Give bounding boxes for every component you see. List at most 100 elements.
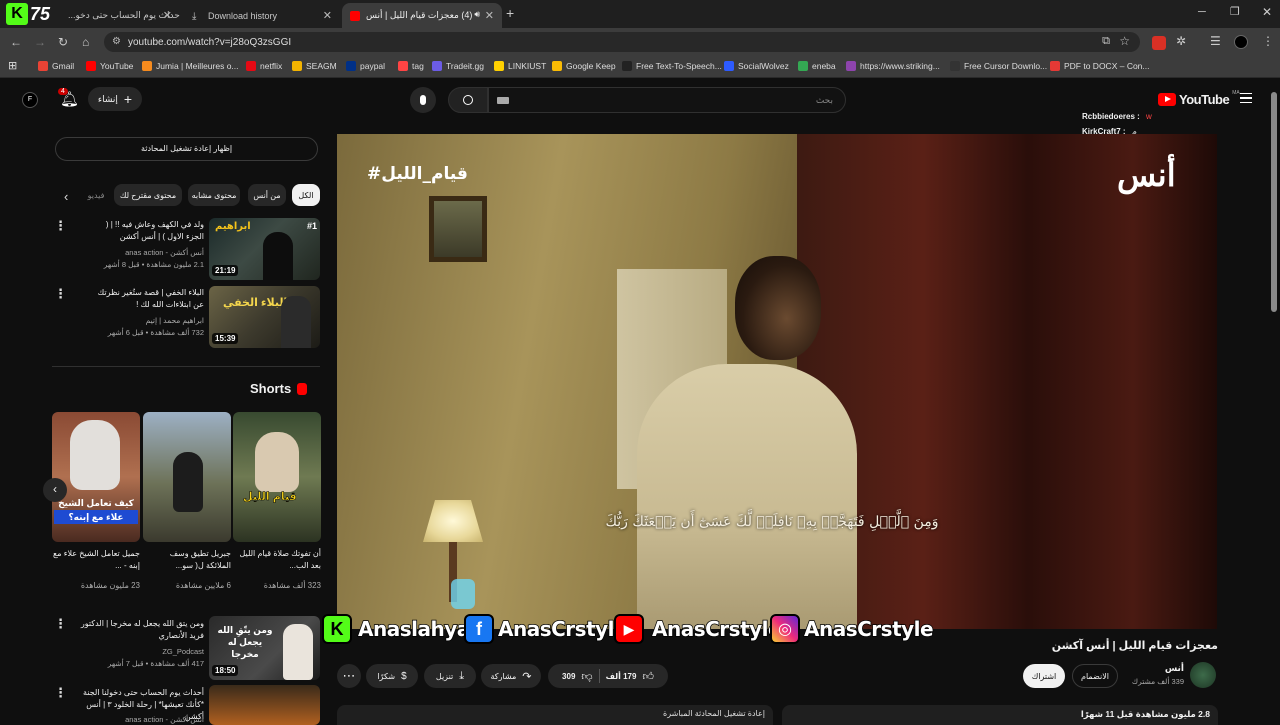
create-button[interactable]: إنشاء + <box>88 87 142 111</box>
short-title[interactable]: جميل تعامل الشيخ علاء مع إبنه - ... <box>52 548 140 572</box>
more-options-icon[interactable]: ⋮ <box>54 286 67 302</box>
tab-0[interactable]: (4) أحداث يوم الحساب حتى دخو... ✕ <box>60 3 180 28</box>
chip-all[interactable]: الكل <box>292 184 320 206</box>
search-input[interactable]: بحث <box>488 87 846 113</box>
channel-name[interactable]: أنس أكشن - anas action <box>86 247 204 258</box>
restore-icon[interactable]: ❐ <box>1230 5 1240 18</box>
chat-replay-bar[interactable]: إعادة تشغيل المحادثة المباشرة <box>337 705 773 725</box>
show-chat-replay-button[interactable]: إظهار إعادة تشغيل المحادثة <box>55 137 318 161</box>
more-options-icon[interactable]: ⋮ <box>54 685 67 701</box>
kick-icon: K <box>322 614 352 644</box>
channel-name[interactable]: ZG_Podcast <box>86 646 204 657</box>
install-icon[interactable]: ⧉ <box>1102 35 1110 48</box>
forward-icon[interactable]: → <box>34 35 46 49</box>
kick-handle: Anaslahya <box>357 616 471 642</box>
bookmark-item[interactable]: Jumia | Meilleures o... <box>142 61 239 71</box>
chip-videos[interactable]: فيديو <box>86 184 106 206</box>
share-button[interactable]: مشاركة ↷ <box>481 664 541 688</box>
subscribe-button[interactable]: اشتراك <box>1023 664 1065 688</box>
short-thumbnail[interactable]: كيف تعامل الشيخ علاء مع إبنه؟ <box>52 412 140 542</box>
chip-from-anas[interactable]: من أنس <box>248 184 286 206</box>
browser-tab-bar: K 75 (4) أحداث يوم الحساب حتى دخو... ✕ ⤓… <box>0 0 1280 28</box>
short-title[interactable]: جبريل تطيق وسف الملائكة ل( سو... <box>143 548 231 572</box>
join-button[interactable]: الانضمام <box>1072 664 1118 688</box>
keyboard-icon[interactable] <box>497 97 509 104</box>
bookmark-item[interactable]: Free Cursor Downlo... <box>950 61 1047 71</box>
reload-icon[interactable]: ↻ <box>58 35 68 49</box>
video-title[interactable]: البلاء الخفي | قصة ستُغير نظرتك عن ابتلا… <box>90 287 204 311</box>
more-options-icon[interactable]: ⋮ <box>54 218 67 234</box>
extension-red-icon[interactable] <box>1152 36 1166 50</box>
chip-recommended[interactable]: محتوى مقترح لك <box>114 184 182 206</box>
short-thumbnail[interactable]: قيام الليل <box>233 412 321 542</box>
corner-badge: 75 <box>30 4 51 24</box>
video-thumbnail[interactable]: #1 ابراهيم 21:19 <box>209 218 320 280</box>
bookmark-item[interactable]: Tradeit.gg <box>432 61 484 71</box>
bookmark-item[interactable]: YouTube <box>86 61 133 71</box>
video-thumbnail[interactable]: ومن يتّقِ الله يجعل له مخرجا 18:50 <box>209 616 320 680</box>
description-box[interactable]: 2.8 مليون مشاهدة قبل 11 شهرًا <box>782 705 1218 725</box>
apps-grid-icon[interactable]: ⊞ <box>8 59 17 72</box>
bookmark-item[interactable]: https://www.striking... <box>846 61 940 71</box>
search-button[interactable] <box>448 87 488 113</box>
video-title[interactable]: ولد في الكهف وعاش فيه !! | ( الجزء الاول… <box>100 219 204 243</box>
site-info-icon[interactable]: ⚙ <box>112 36 121 47</box>
close-tab-icon[interactable]: ✕ <box>485 9 494 22</box>
video-meta: 2.1 مليون مشاهدة • قبل 8 أشهر <box>103 260 204 269</box>
bookmark-item[interactable]: Free Text-To-Speech... <box>622 61 722 71</box>
home-icon[interactable]: ⌂ <box>82 35 89 49</box>
video-thumbnail[interactable]: البلاء الخفي 15:39 <box>209 286 320 348</box>
tab-1[interactable]: ⤓ Download history ✕ <box>184 3 340 28</box>
bookmark-label: https://www.striking... <box>860 61 940 71</box>
video-meta: 417 ألف مشاهدة • قبل 7 أشهر <box>107 659 204 668</box>
bookmark-item[interactable]: netflix <box>246 61 282 71</box>
shorts-prev-button[interactable]: ‹ <box>43 478 67 502</box>
more-options-icon[interactable]: ⋮ <box>54 616 67 632</box>
like-button[interactable]: 179 ألف 👍︎ <box>606 670 654 683</box>
channel-name-main[interactable]: أنس <box>1130 663 1184 674</box>
page-scrollbar[interactable] <box>1271 92 1277 312</box>
mic-button[interactable] <box>410 87 436 113</box>
address-bar[interactable]: ⚙ youtube.com/watch?v=j28oQ3zsGGI ⧉ ☆ <box>104 32 1140 52</box>
bookmark-item[interactable]: paypal <box>346 61 385 71</box>
tab-2[interactable]: (4) معجزات قيام الليل | أنس 🔊︎ ✕ <box>342 3 502 28</box>
bookmark-item[interactable]: SEAGM <box>292 61 337 71</box>
video-player[interactable]: #قيام_الليل أنس وَمِنَ ٱلَّيۡلِ فَتَهَجَ… <box>337 134 1217 629</box>
dislike-button[interactable]: 309 👎︎ <box>562 670 593 683</box>
back-icon[interactable]: ← <box>10 35 22 49</box>
video-thumbnail[interactable] <box>209 685 320 725</box>
download-button[interactable]: تنزيل ⤓ <box>424 664 476 688</box>
tab-search-icon[interactable]: ☰ <box>1210 34 1221 48</box>
short-title[interactable]: أن تفوتك صلاة قيام الليل بعد الب... <box>233 548 321 572</box>
extensions-puzzle-icon[interactable]: ✲ <box>1176 34 1186 48</box>
more-actions-button[interactable]: ⋯ <box>337 664 361 688</box>
bookmark-item[interactable]: eneba <box>798 61 836 71</box>
channel-avatar[interactable] <box>1190 662 1216 688</box>
short-thumbnail[interactable] <box>143 412 231 542</box>
bookmark-favicon-icon <box>552 61 562 71</box>
bookmark-item[interactable]: tag <box>398 61 424 71</box>
chips-prev-icon[interactable]: ‹ <box>64 189 68 204</box>
close-tab-icon[interactable]: ✕ <box>163 9 172 22</box>
channel-name[interactable]: ابراهيم محمد | إتيم <box>86 315 204 326</box>
avatar[interactable]: F <box>22 92 38 108</box>
bookmark-item[interactable]: SocialWolvez <box>724 61 789 71</box>
menu-kebab-icon[interactable]: ⋮ <box>1262 34 1274 48</box>
thanks-button[interactable]: شكرًا $ <box>366 664 418 688</box>
bookmark-star-icon[interactable]: ☆ <box>1119 34 1130 48</box>
bookmark-item[interactable]: Gmail <box>38 61 74 71</box>
bookmark-item[interactable]: Google Keep <box>552 61 616 71</box>
close-window-icon[interactable]: ✕ <box>1262 5 1272 19</box>
video-title[interactable]: ومن يتق الله يجعل له مخرجا | الدكتور فري… <box>76 618 204 642</box>
bookmark-item[interactable]: LINKIUST <box>494 61 546 71</box>
profile-avatar[interactable] <box>1234 35 1248 49</box>
video-title-main: معجزات قيام الليل | أنس آكشن <box>1051 640 1218 652</box>
bookmark-item[interactable]: PDF to DOCX – Con... <box>1050 61 1150 71</box>
hamburger-menu-icon[interactable] <box>1240 93 1252 103</box>
close-tab-icon[interactable]: ✕ <box>323 9 332 22</box>
new-tab-button[interactable]: + <box>506 5 514 21</box>
chip-related[interactable]: محتوى مشابه <box>188 184 240 206</box>
minimize-icon[interactable]: ─ <box>1198 6 1206 18</box>
youtube-logo[interactable]: YouTube MA <box>1158 90 1240 107</box>
bookmark-favicon-icon <box>86 61 96 71</box>
